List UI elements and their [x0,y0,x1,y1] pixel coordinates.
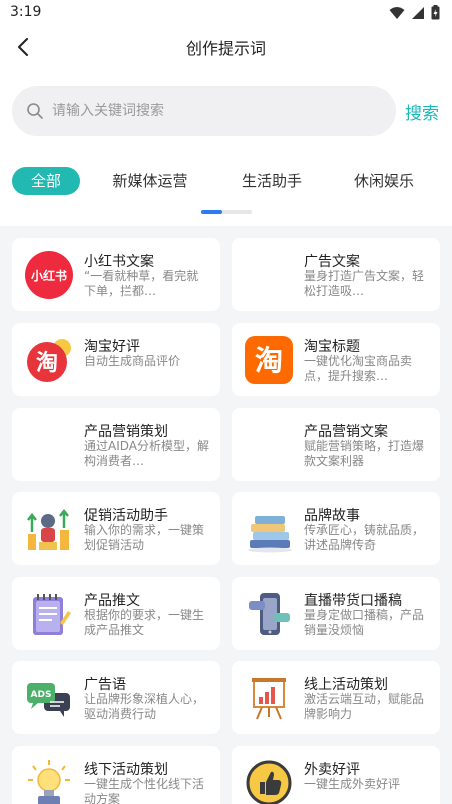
svg-text:淘: 淘 [255,344,283,377]
tab-leisure[interactable]: 休闲娱乐 [344,167,424,195]
card-desc: “一看就种草，看完就下单，拦都… [84,269,199,298]
scroll-indicator-thumb [201,210,222,214]
card-title: 线上活动策划 [304,677,388,693]
books-icon [248,516,292,553]
status-icons [389,5,440,20]
status-time: 3:19 [10,4,42,20]
card-desc: 一键生成外卖好评 [304,777,401,791]
card-desc: 传承匠心，铸就品质，讲述品牌传奇 [304,523,425,552]
card-title: 促销活动助手 [84,508,168,524]
status-bar: 3:19 [0,0,452,26]
card-title: 淘宝好评 [84,339,140,355]
prompt-card-promotion-assistant[interactable]: 促销活动助手 输入你的需求，一键策划促销活动 [12,492,220,565]
card-title: 广告文案 [304,254,360,270]
card-desc: 根据你的要求，一键生成产品推文 [84,608,205,637]
card-title: 淘宝标题 [304,339,360,355]
search-area: 搜索 [0,68,452,154]
search-input[interactable] [52,103,396,119]
thumbs-up-icon [246,760,292,804]
prompt-card-online-event[interactable]: 线上活动策划 激活云端互动，赋能品牌影响力 [232,661,440,734]
card-desc: 激活云端互动，赋能品牌影响力 [304,692,425,721]
ads-icon: ADS [27,683,70,717]
taobao-red-icon: 淘 [27,339,71,382]
signal-icon [412,6,424,19]
prompt-card-offline-event[interactable]: 线下活动策划 一键生成个性化线下活动方案 [12,746,220,804]
card-desc: 量身定做口播稿，产品销量没烦恼 [304,608,425,637]
search-box [12,86,396,136]
svg-text:小红书: 小红书 [31,268,67,283]
card-desc: 通过AIDA分析模型，解构消费者… [84,439,209,468]
prompt-card-takeout-review[interactable]: 外卖好评 一键生成外卖好评 [232,746,440,804]
card-desc: 自动生成商品评价 [84,354,181,368]
card-title: 产品推文 [84,593,140,609]
page-title: 创作提示词 [185,39,266,58]
battery-icon [431,5,440,20]
taobao-orange-icon: 淘 [245,336,293,384]
card-desc: 输入你的需求，一键策划促销活动 [84,523,205,552]
card-desc: 量身打造广告文案，轻松打造吸… [304,269,425,298]
tab-new-media[interactable]: 新媒体运营 [102,167,198,195]
prompt-card-ad-copy[interactable]: 广告文案 量身打造广告文案，轻松打造吸… [232,238,440,311]
tab-all[interactable]: 全部 [12,167,80,195]
card-title: 外卖好评 [304,762,360,778]
prompt-card-live-script[interactable]: 直播带货口播稿 量身定做口播稿，产品销量没烦恼 [232,577,440,650]
live-phone-icon [249,593,290,635]
card-title: 小红书文案 [84,254,154,270]
svg-text:淘: 淘 [36,350,58,376]
card-title: 品牌故事 [304,508,360,524]
category-tabs: 全部 新媒体运营 生活助手 休闲娱乐 [0,154,452,226]
card-title: 产品营销策划 [84,424,168,440]
wifi-icon [389,6,405,19]
prompt-card-product-post[interactable]: 产品推文 根据你的要求，一键生成产品推文 [12,577,220,650]
card-desc: 赋能营销策略，打造爆款文案利器 [304,439,425,468]
card-title: 线下活动策划 [84,762,168,778]
notepad-icon [33,594,71,635]
card-title: 广告语 [84,677,126,693]
lightbulb-icon [28,760,70,804]
search-button[interactable]: 搜索 [405,99,439,124]
card-title: 产品营销文案 [304,424,388,440]
prompt-card-brand-story[interactable]: 品牌故事 传承匠心，铸就品质，讲述品牌传奇 [232,492,440,565]
prompt-card-taobao-review[interactable]: 淘 淘宝好评 自动生成商品评价 [12,323,220,396]
prompt-card-product-marketing-plan[interactable]: 产品营销策划 通过AIDA分析模型，解构消费者… [12,408,220,481]
card-title: 直播带货口播稿 [304,593,402,609]
card-desc: 一键优化淘宝商品卖点，提升搜索… [304,354,413,383]
card-desc: 让品牌形象深植人心，驱动消费行动 [84,692,205,721]
presentation-icon [252,678,286,720]
search-icon [27,103,43,119]
svg-text:ADS: ADS [31,690,52,700]
prompt-card-slogan[interactable]: ADS 广告语 让品牌形象深植人心，驱动消费行动 [12,661,220,734]
card-desc: 一键生成个性化线下活动方案 [84,777,205,804]
prompt-card-taobao-title[interactable]: 淘 淘宝标题 一键优化淘宝商品卖点，提升搜索… [232,323,440,396]
promotion-icon [27,508,69,550]
tab-life-assistant[interactable]: 生活助手 [232,167,312,195]
app-header: 创作提示词 [0,26,452,68]
prompt-card-product-marketing-copy[interactable]: 产品营销文案 赋能营销策略，打造爆款文案利器 [232,408,440,481]
prompt-card-xiaohongshu[interactable]: 小红书 小红书文案 “一看就种草，看完就下单，拦都… [12,238,220,311]
xiaohongshu-logo-icon: 小红书 [25,251,73,299]
